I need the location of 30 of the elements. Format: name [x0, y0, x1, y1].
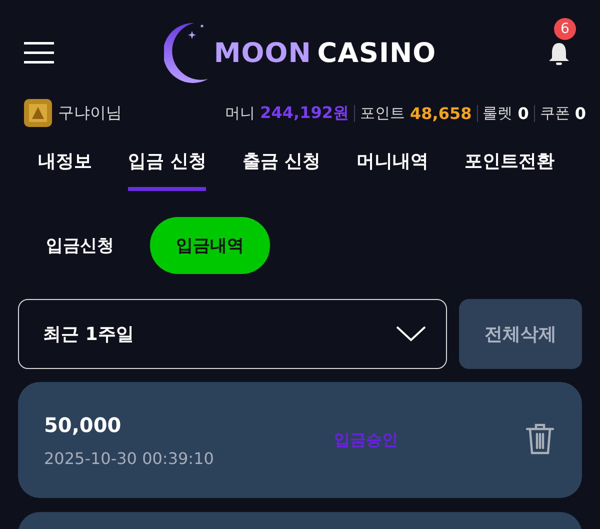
rank-icon: [24, 99, 52, 127]
datetime: 2025-10-30 00:39:10: [44, 448, 215, 468]
stat-label: 머니: [225, 104, 256, 122]
stat-value: 0: [518, 104, 529, 122]
tab[interactable]: 입금 신청: [128, 139, 206, 191]
moon-icon: [164, 21, 208, 85]
tab[interactable]: 포인트전환: [464, 139, 555, 191]
logo-text: MOON: [214, 38, 312, 68]
stat-label: 쿠폰: [540, 104, 570, 122]
stat-label: 룰렛: [482, 104, 513, 122]
status-text: 입금승인: [334, 430, 399, 450]
tab[interactable]: 내정보: [38, 139, 92, 191]
chevron-down-icon: [396, 326, 426, 342]
notification-badge: 6: [554, 18, 576, 40]
sub-tab[interactable]: 입금내역: [150, 217, 270, 274]
stat-value: 244,192원: [260, 102, 349, 124]
tab[interactable]: 출금 신청: [242, 139, 321, 191]
bell-icon[interactable]: [548, 42, 570, 66]
menu-icon[interactable]: [24, 42, 54, 64]
stat-value: 0: [574, 104, 586, 122]
user-name: 구냐이님: [58, 102, 122, 124]
amount: 50,000: [44, 412, 122, 436]
stat-label: 포인트: [360, 104, 405, 122]
stat-value: 48,658: [410, 104, 472, 122]
period-select[interactable]: 최근 1주일: [18, 299, 447, 369]
tab[interactable]: 머니내역: [356, 139, 429, 191]
sub-tab[interactable]: 입금신청: [20, 217, 140, 274]
logo-text: CASINO: [317, 38, 436, 68]
delete-all-button[interactable]: 전체삭제: [459, 299, 582, 369]
trash-icon[interactable]: [526, 423, 556, 457]
